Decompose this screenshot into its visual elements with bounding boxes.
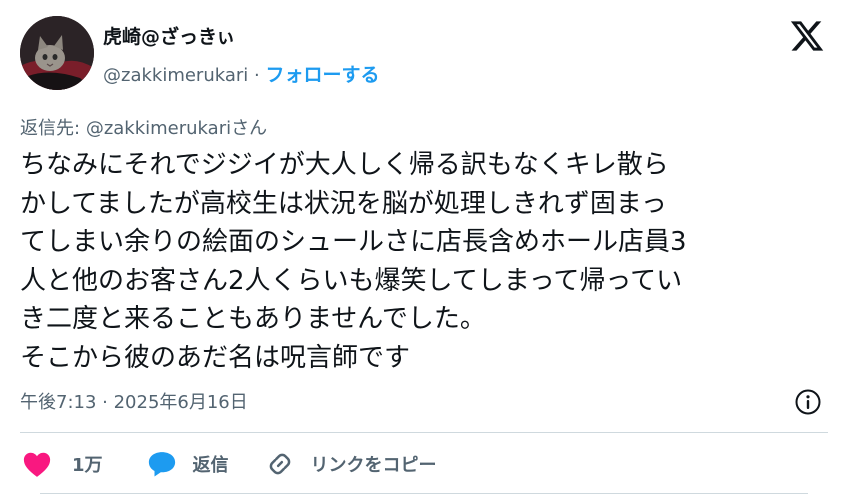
action-bar: 1万 返信 リンクをコピー	[22, 446, 437, 482]
tweet-line: 人と他のお客さん2人くらいも爆笑してしまって帰ってい	[20, 265, 683, 296]
handle-separator: ·	[254, 65, 260, 86]
tweet-line: そこから彼のあだ名は呪言師です	[20, 342, 411, 373]
bottom-divider	[40, 493, 808, 494]
copy-link-button[interactable]: リンクをコピー	[265, 449, 437, 479]
tweet-timestamp[interactable]: 午後7:13 · 2025年6月16日	[20, 388, 248, 414]
tweet-text: ちなみにそれでジジイが大人しく帰る訳もなくキレ散ら かしてましたが高校生は状況を…	[20, 146, 835, 378]
divider	[20, 432, 828, 433]
x-logo-icon[interactable]	[788, 18, 826, 54]
reply-button[interactable]: 返信	[147, 450, 229, 478]
tweet-line: ちなみにそれでジジイが大人しく帰る訳もなくキレ散ら	[20, 150, 669, 180]
tweet-line: かしてましたが高校生は状況を脳が処理しきれず固まっ	[20, 188, 667, 219]
heart-icon	[23, 452, 51, 477]
author-handle-line: @zakkimerukari · フォローする	[103, 60, 380, 87]
copy-link-label: リンクをコピー	[310, 455, 437, 476]
like-count: 1万	[72, 455, 103, 476]
reply-label: 返信	[192, 455, 229, 476]
reply-bubble-icon	[148, 452, 175, 477]
reply-to-prefix: 返信先:	[20, 118, 81, 139]
tweet-line: てしまい余りの絵面のシュールさに店長含めホール店員3	[20, 227, 687, 258]
like-button[interactable]: 1万	[22, 450, 103, 478]
reply-to: 返信先: @zakkimerukariさん	[20, 114, 267, 140]
tweet-line: き二度と来ることもありませんでした。	[20, 304, 486, 335]
follow-button[interactable]: フォローする	[266, 64, 380, 86]
link-icon	[269, 453, 290, 475]
info-icon[interactable]	[794, 388, 822, 416]
reply-to-mention[interactable]: @zakkimerukari	[86, 118, 231, 139]
reply-to-suffix: さん	[231, 118, 268, 139]
author-handle[interactable]: @zakkimerukari	[103, 65, 248, 86]
author-display-name[interactable]: 虎崎@ざっきぃ	[103, 22, 235, 49]
avatar[interactable]	[20, 16, 94, 90]
